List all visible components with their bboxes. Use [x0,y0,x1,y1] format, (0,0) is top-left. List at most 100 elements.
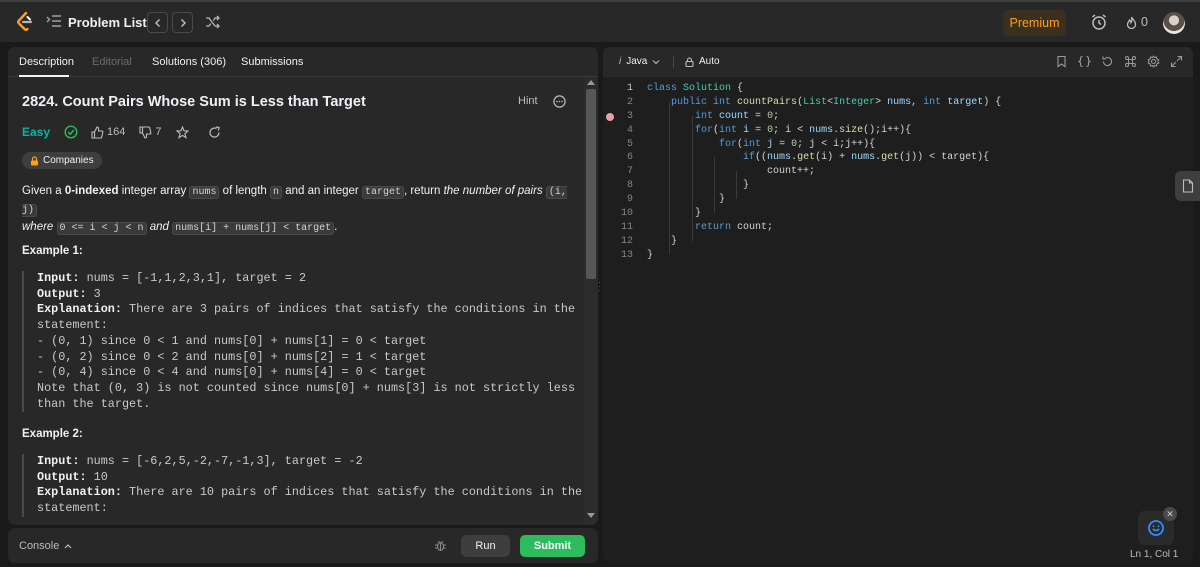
tab-submissions[interactable]: Submissions [241,56,303,68]
token: = [749,124,768,136]
leetcode-logo[interactable] [15,11,35,33]
prev-problem-button[interactable] [147,12,168,33]
output-label: Output: [37,469,87,484]
like-count: 164 [107,126,126,138]
tab-solutions[interactable]: Solutions (306) [152,56,226,68]
expand-icon[interactable] [1170,55,1183,68]
code-line: 8 } [603,179,1193,193]
inline-code: 0 <= i < j < n [56,222,147,235]
token: } [719,194,726,206]
token: ();i++){ [863,124,912,136]
bookmark-icon[interactable] [1055,55,1068,68]
code-line: 2 public int countPairs(List<Integer> nu… [603,96,1193,110]
token: class [647,83,678,94]
command-icon[interactable] [1124,55,1137,68]
star-icon[interactable] [175,125,189,139]
token: = [749,110,768,122]
alarm-clock-icon[interactable] [1090,13,1108,31]
debug-bug-icon[interactable] [434,539,447,552]
token: (i) + [815,152,852,164]
streak-counter[interactable]: 0 [1126,15,1148,29]
token: nums [809,124,834,136]
info-icon: i [619,56,622,67]
inline-code: n [270,186,283,199]
panel-resize-handle[interactable]: · · · [598,278,602,295]
token: for [719,138,738,150]
problem-list-icon[interactable] [46,14,62,28]
code-text: } [647,179,749,193]
next-problem-button[interactable] [172,12,193,33]
token: } [647,249,654,261]
dislike-button[interactable]: 7 [139,125,162,139]
code-text: class Solution { [647,82,743,96]
chat-smile-icon [1148,520,1164,536]
description-content: 2824. Count Pairs Whose Sum is Less than… [8,77,584,525]
settings-gear-icon[interactable] [1147,55,1160,68]
example-2-heading: Example 2: [22,428,83,440]
token: public [671,96,708,108]
token: for [695,124,714,136]
token: nums [767,152,792,164]
scroll-up-arrow[interactable] [587,80,595,85]
shuffle-icon[interactable] [205,15,221,29]
console-label: Console [19,540,60,552]
token: count; [731,221,774,233]
close-icon[interactable]: ✕ [1163,507,1177,521]
input-label: Input: [37,454,80,468]
desc-text: of length [219,185,270,197]
token: count++; [767,166,816,178]
token: = [773,138,792,150]
token: ; i < [773,124,810,136]
like-button[interactable]: 164 [91,125,126,139]
cursor-position-status: Ln 1, Col 1 [1130,549,1179,560]
language-selector[interactable]: i Java [619,56,660,67]
token: j [761,138,774,150]
desc-text: Given a [22,185,65,197]
thumbs-down-icon [139,125,152,139]
inline-code: nums[i] + nums[j] < target [172,222,335,235]
line-number: 1 [626,83,633,94]
code-text: } [647,235,677,249]
console-toggle[interactable]: Console [19,540,72,552]
premium-button[interactable]: Premium [1003,10,1066,36]
token: (( [755,152,768,164]
description-panel: Description Editorial Solutions (306) Su… [8,47,598,525]
token: int [743,138,762,150]
avatar[interactable] [1163,12,1185,34]
run-button[interactable]: Run [461,535,510,557]
notes-side-tab[interactable] [1175,171,1200,201]
token: size [839,124,864,136]
submit-button[interactable]: Submit [520,535,585,557]
desc-emphasis: where [22,221,54,233]
auto-mode-toggle[interactable]: Auto [685,56,720,67]
token: get [797,152,816,164]
scroll-down-arrow[interactable] [587,513,595,518]
code-line: 1 class Solution { [603,82,1193,96]
share-icon[interactable] [208,125,221,139]
desc-emphasis: the number of pairs [443,185,543,197]
tab-description[interactable]: Description [19,56,74,68]
token: (j)) < target){ [899,152,990,164]
tab-editorial[interactable]: Editorial [92,56,132,68]
example-explanation: There are 3 pairs of indices that satisf… [37,302,576,411]
format-code-icon[interactable] [1078,55,1091,68]
more-options-icon[interactable] [553,95,566,108]
code-editor[interactable]: 1 class Solution { 2 public int countPair… [603,82,1193,263]
code-text: } [647,249,653,263]
hint-button[interactable]: Hint [518,95,538,107]
chevron-up-icon [64,544,72,549]
companies-tag[interactable]: Companies [22,152,102,169]
line-number: 10 [620,208,633,220]
line-number: 2 [626,96,633,108]
scrollbar-thumb[interactable] [586,89,596,279]
line-number: 13 [620,249,633,261]
reset-icon[interactable] [1101,55,1114,68]
example-2-block: Input: nums = [-6,2,5,-2,-7,-1,3], targe… [22,454,582,517]
top-navbar: Problem List Premium 0 [0,0,1200,42]
token: return [695,221,732,233]
token: nums [851,152,876,164]
problem-list-link[interactable]: Problem List [68,15,147,30]
console-bar: Console Run Submit [8,528,598,563]
code-text: count++; [647,165,815,179]
line-number: 9 [626,194,633,206]
